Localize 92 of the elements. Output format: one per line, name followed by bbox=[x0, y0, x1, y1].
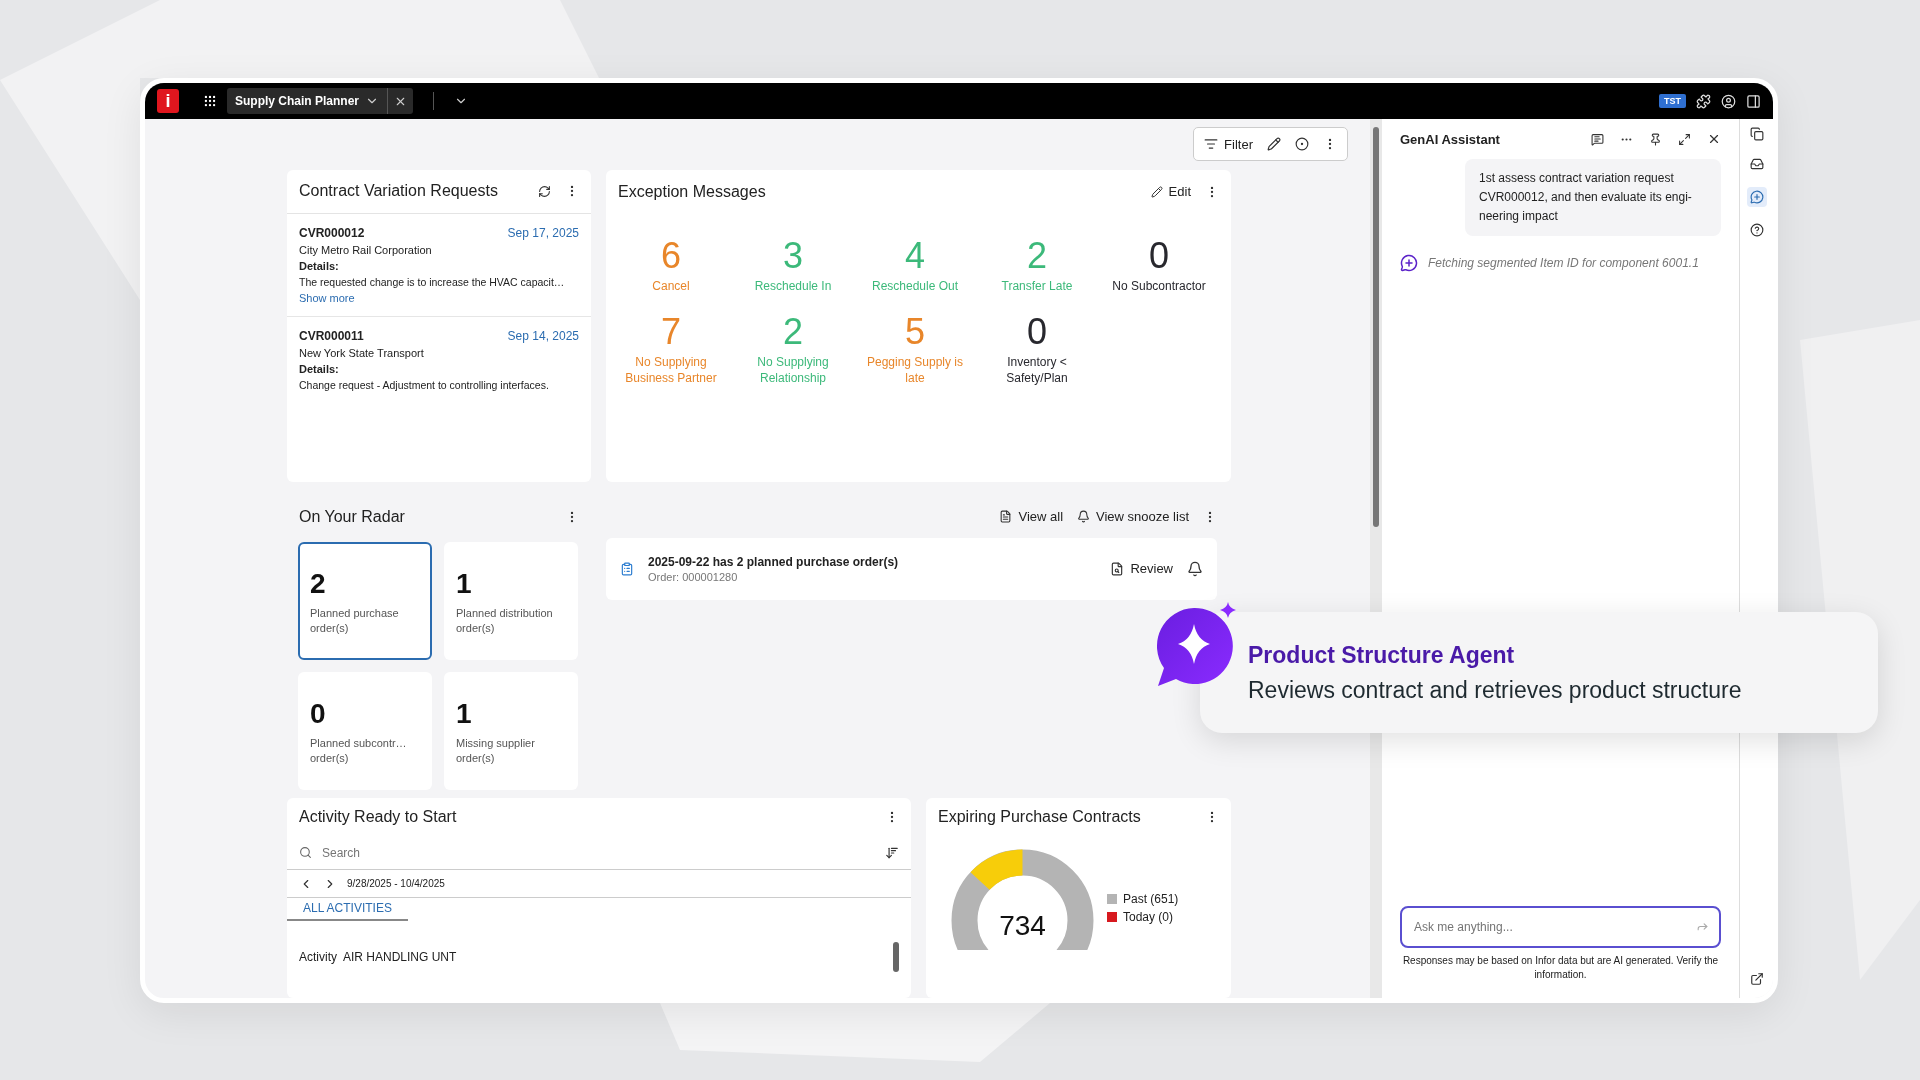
company-name: City Metro Rail Corporation bbox=[299, 243, 433, 256]
search-icon bbox=[299, 846, 312, 859]
pencil-icon[interactable] bbox=[1267, 137, 1281, 151]
copy-icon[interactable] bbox=[1749, 127, 1764, 141]
details-text: The requested change is to increase the HVAC capacit… bbox=[299, 275, 566, 288]
tile-label: Planned distribution order(s) bbox=[456, 605, 554, 636]
section-title: On Your Radar bbox=[299, 507, 406, 526]
sort-icon[interactable] bbox=[885, 845, 899, 860]
tile-label: Missing supplier order(s) bbox=[456, 735, 536, 766]
panel-icon[interactable] bbox=[1746, 93, 1761, 109]
details-label: Details: bbox=[299, 259, 340, 272]
clipboard-icon bbox=[620, 561, 634, 576]
search-field[interactable]: Search bbox=[320, 844, 877, 861]
document-search-icon bbox=[1110, 561, 1125, 576]
app-tab[interactable]: Supply Chain Planner bbox=[227, 88, 414, 114]
legend-label: Today (0) bbox=[1123, 910, 1174, 924]
details-label: Details: bbox=[299, 362, 340, 375]
status-text: Fetching segmented Item ID for component 6001.1 bbox=[1428, 256, 1699, 270]
settings-icon[interactable] bbox=[1295, 137, 1309, 151]
inbox-icon[interactable] bbox=[1749, 157, 1764, 171]
view-snooze-button[interactable]: View snooze list bbox=[1077, 509, 1189, 525]
card-title: Expiring Purchase Contracts bbox=[938, 808, 1142, 826]
radar-tile[interactable]: 1 Missing supplier order(s) bbox=[444, 671, 578, 790]
user-message: 1st assess contract variation request CVR000012, and then evaluate its engi-neering impact bbox=[1465, 159, 1721, 236]
tile-count: 2 bbox=[310, 567, 327, 600]
help-icon[interactable] bbox=[1749, 223, 1764, 237]
exception-count[interactable]: 0 bbox=[1027, 309, 1047, 354]
exception-count[interactable]: 0 bbox=[1149, 233, 1169, 278]
exception-label: Reschedule Out bbox=[871, 277, 959, 294]
legend-label: Past (651) bbox=[1123, 892, 1179, 906]
donut-total: 734 bbox=[998, 910, 1047, 942]
external-link-icon[interactable] bbox=[1749, 972, 1764, 986]
tile-count: 0 bbox=[310, 697, 327, 730]
tile-label: Planned subcontr… order(s) bbox=[310, 735, 408, 766]
notification-title: 2025-09-22 has 2 planned purchase order(s) bbox=[648, 554, 900, 569]
review-button[interactable]: Review bbox=[1110, 561, 1173, 577]
company-name: New York State Transport bbox=[299, 346, 425, 359]
bell-icon[interactable] bbox=[1187, 560, 1203, 577]
tile-count: 1 bbox=[456, 567, 473, 600]
scrollbar[interactable] bbox=[893, 942, 899, 972]
exception-label: No Supplying Relationship bbox=[756, 353, 830, 386]
assistant-icon bbox=[1400, 254, 1418, 272]
activity-name: AIR HANDLING UNT bbox=[343, 950, 457, 964]
close-icon[interactable] bbox=[1707, 132, 1721, 146]
exception-label: Cancel bbox=[652, 277, 690, 294]
callout-subtitle: Reviews contract and retrieves product structure bbox=[1248, 676, 1743, 704]
user-icon[interactable] bbox=[1721, 93, 1736, 109]
exception-label: Inventory < Safety/Plan bbox=[1005, 353, 1069, 386]
exception-label: No Subcontractor bbox=[1112, 277, 1206, 294]
radar-tile[interactable]: 1 Planned distribution order(s) bbox=[444, 541, 578, 660]
disclaimer-text: Responses may be based on Infor data but are AI generated. Verify the information. bbox=[1401, 954, 1720, 982]
date-range: 9/28/2025 - 10/4/2025 bbox=[347, 878, 445, 889]
request-date: Sep 14, 2025 bbox=[507, 328, 579, 343]
exception-label: Reschedule In bbox=[754, 277, 832, 294]
bell-icon bbox=[1077, 510, 1090, 524]
edit-button[interactable]: Edit bbox=[1150, 184, 1191, 200]
refresh-icon[interactable] bbox=[538, 184, 551, 198]
card-title: Activity Ready to Start bbox=[299, 808, 458, 826]
app-logo[interactable]: i bbox=[157, 89, 179, 113]
assistant-icon[interactable] bbox=[1749, 190, 1764, 204]
exception-label: No Supplying Business Partner bbox=[624, 353, 718, 386]
exception-label: Transfer Late bbox=[1001, 277, 1073, 294]
tile-label: Planned purchase order(s) bbox=[310, 605, 400, 636]
expand-icon[interactable] bbox=[1678, 132, 1691, 146]
ask-field[interactable]: Ask me anything... bbox=[1400, 906, 1721, 948]
activities-tab[interactable]: ALL ACTIVITIES bbox=[287, 897, 408, 921]
panel-title: GenAI Assistant bbox=[1400, 131, 1501, 147]
card-title: Contract Variation Requests bbox=[299, 182, 499, 201]
environment-badge: TST bbox=[1659, 94, 1686, 108]
tile-count: 1 bbox=[456, 697, 473, 730]
radar-tile[interactable]: 0 Planned subcontr… order(s) bbox=[298, 671, 432, 790]
filter-button[interactable]: Filter bbox=[1204, 136, 1253, 152]
card-title: Exception Messages bbox=[618, 182, 767, 201]
radar-tile[interactable]: 2 Planned purchase order(s) bbox=[298, 541, 432, 660]
filter-icon bbox=[1204, 137, 1219, 151]
pencil-icon bbox=[1150, 185, 1163, 198]
request-id: CVR000012 bbox=[299, 225, 365, 240]
message-icon[interactable] bbox=[1591, 132, 1604, 146]
puzzle-icon[interactable] bbox=[1696, 93, 1711, 109]
callout-title: Product Structure Agent bbox=[1248, 641, 1516, 669]
details-text: Change request - Adjustment to controlling interfaces. bbox=[299, 378, 550, 391]
request-date: Sep 17, 2025 bbox=[507, 225, 579, 240]
show-more-link[interactable]: Show more bbox=[299, 291, 355, 304]
view-all-button[interactable]: View all bbox=[999, 509, 1063, 525]
pin-icon[interactable] bbox=[1649, 132, 1662, 146]
order-number: Order: 000001280 bbox=[648, 570, 739, 583]
activity-label: Activity bbox=[299, 950, 337, 964]
request-id: CVR000011 bbox=[299, 328, 364, 343]
document-icon bbox=[999, 510, 1013, 524]
exception-label: Pegging Supply is late bbox=[865, 353, 965, 386]
scrollbar[interactable] bbox=[1373, 127, 1379, 527]
apps-grid-icon[interactable] bbox=[203, 94, 217, 108]
